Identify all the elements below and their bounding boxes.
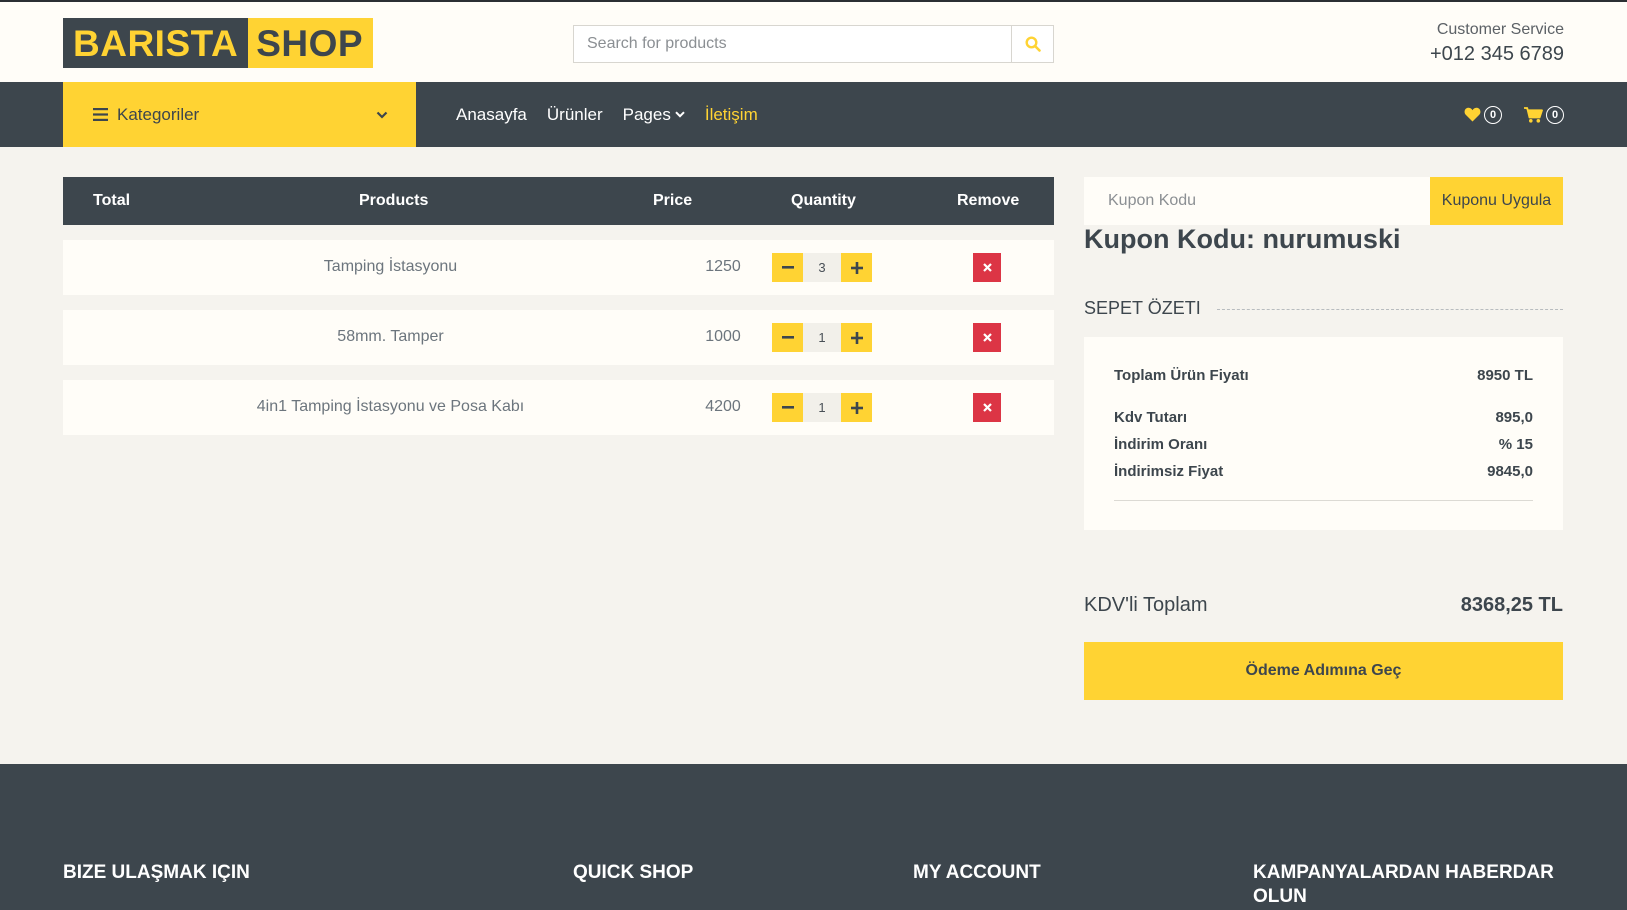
minus-icon	[781, 406, 794, 409]
search-icon	[1024, 36, 1041, 52]
cart-icon	[1524, 106, 1543, 123]
summary-value: 9845,0	[1487, 463, 1533, 480]
minus-icon	[781, 266, 794, 269]
summary-label: İndirimsiz Fiyat	[1114, 463, 1224, 480]
close-icon	[982, 333, 992, 342]
main-nav: Anasayfa Ürünler Pages İletişim	[456, 82, 758, 147]
remove-button[interactable]	[973, 323, 1001, 352]
coupon-input[interactable]	[1084, 177, 1430, 225]
search-button[interactable]	[1011, 26, 1053, 62]
product-price: 1000	[705, 328, 741, 345]
product-name: 4in1 Tamping İstasyonu ve Posa Kabı	[256, 398, 525, 415]
decrease-button[interactable]	[772, 323, 803, 352]
nav-link-products[interactable]: Ürünler	[547, 105, 603, 125]
grand-total-value: 8368,25 TL	[1460, 594, 1563, 616]
footer-heading-quick-shop: QUICK SHOP	[573, 862, 694, 883]
cart-button[interactable]: 0	[1524, 105, 1564, 124]
summary-value: % 15	[1498, 436, 1533, 453]
increase-button[interactable]	[841, 393, 872, 422]
chevron-down-icon	[376, 111, 388, 119]
summary-row: İndirim Oranı % 15	[1114, 436, 1533, 453]
top-bar: BARISTA SHOP Customer Service +012 345 6…	[0, 0, 1627, 82]
cart-row: Tamping İstasyonu 1250 3	[63, 240, 1054, 295]
cart-table-header: Total Products Price Quantity Remove	[63, 177, 1054, 225]
logo[interactable]: BARISTA SHOP	[63, 18, 374, 68]
cart-row: 58mm. Tamper 1000 1	[63, 310, 1054, 365]
col-quantity: Quantity	[791, 192, 856, 209]
decrease-button[interactable]	[772, 253, 803, 282]
remove-button[interactable]	[973, 393, 1001, 422]
grand-total-label: KDV'li Toplam	[1084, 594, 1208, 616]
decrease-button[interactable]	[772, 393, 803, 422]
quantity-value[interactable]: 1	[803, 323, 841, 352]
categories-label: Kategoriler	[117, 104, 200, 124]
increase-button[interactable]	[841, 253, 872, 282]
customer-service-label: Customer Service	[1436, 21, 1564, 38]
customer-service: Customer Service +012 345 6789	[1430, 21, 1564, 66]
close-icon	[982, 403, 992, 412]
coupon-form: Kuponu Uygula	[1084, 177, 1563, 225]
remove-button[interactable]	[973, 253, 1001, 282]
heart-icon	[1464, 107, 1481, 122]
chevron-down-icon	[675, 111, 685, 118]
dashed-divider	[1216, 309, 1563, 310]
summary-row: Toplam Ürün Fiyatı 8950 TL	[1114, 367, 1533, 384]
plus-icon	[850, 331, 863, 344]
footer-heading-contact: BIZE ULAŞMAK IÇIN	[63, 862, 250, 883]
product-price: 4200	[705, 398, 741, 415]
nav-link-pages-label: Pages	[622, 104, 671, 124]
cart-row: 4in1 Tamping İstasyonu ve Posa Kabı 4200…	[63, 380, 1054, 435]
nav-link-pages[interactable]: Pages	[623, 105, 685, 125]
summary-label: Toplam Ürün Fiyatı	[1114, 367, 1249, 384]
quantity-stepper: 1	[772, 323, 872, 352]
grand-total: KDV'li Toplam 8368,25 TL	[1084, 594, 1563, 617]
product-name: Tamping İstasyonu	[323, 258, 458, 275]
summary-label: Kdv Tutarı	[1114, 409, 1188, 426]
nav-link-home[interactable]: Anasayfa	[456, 105, 527, 125]
nav-icons: 0 0	[1464, 82, 1564, 147]
product-price: 1250	[705, 258, 741, 275]
quantity-value[interactable]: 3	[803, 253, 841, 282]
footer: BIZE ULAŞMAK IÇIN QUICK SHOP MY ACCOUNT …	[0, 764, 1627, 910]
footer-heading-newsletter: KAMPANYALARDAN HABERDAR OLUN	[1253, 862, 1554, 907]
customer-service-phone: +012 345 6789	[1429, 43, 1564, 65]
increase-button[interactable]	[841, 323, 872, 352]
col-total: Total	[93, 192, 131, 209]
logo-part2: SHOP	[248, 18, 374, 68]
quantity-stepper: 3	[772, 253, 872, 282]
menu-icon	[93, 108, 108, 121]
col-remove: Remove	[957, 192, 1020, 209]
col-products: Products	[359, 192, 429, 209]
quantity-stepper: 1	[772, 393, 872, 422]
minus-icon	[781, 336, 794, 339]
checkout-button[interactable]: Ödeme Adımına Geç	[1084, 642, 1563, 700]
cart-summary-heading: SEPET ÖZETI	[1084, 298, 1563, 319]
cart-summary-title: SEPET ÖZETI	[1084, 298, 1201, 318]
apply-coupon-button[interactable]: Kuponu Uygula	[1430, 177, 1563, 225]
categories-dropdown[interactable]: Kategoriler	[63, 82, 416, 147]
plus-icon	[850, 261, 863, 274]
nav-link-contact[interactable]: İletişim	[705, 105, 758, 125]
footer-heading-my-account: MY ACCOUNT	[913, 862, 1041, 883]
summary-value: 895,0	[1495, 409, 1533, 426]
logo-part1: BARISTA	[63, 18, 249, 68]
summary-divider	[1114, 500, 1533, 501]
search-bar	[573, 25, 1054, 63]
cart-count: 0	[1546, 105, 1564, 124]
quantity-value[interactable]: 1	[803, 393, 841, 422]
search-input[interactable]	[574, 26, 1011, 62]
wishlist-count: 0	[1484, 105, 1502, 124]
summary-value: 8950 TL	[1477, 367, 1533, 384]
close-icon	[982, 263, 992, 272]
summary-row: Kdv Tutarı 895,0	[1114, 409, 1533, 426]
wishlist-button[interactable]: 0	[1464, 105, 1502, 124]
nav-bar: Kategoriler Anasayfa Ürünler Pages İleti…	[0, 82, 1627, 147]
plus-icon	[850, 401, 863, 414]
summary-label: İndirim Oranı	[1114, 436, 1208, 453]
coupon-code-title: Kupon Kodu: nurumuski	[1084, 224, 1401, 254]
col-price: Price	[653, 192, 693, 209]
cart-summary-box: Toplam Ürün Fiyatı 8950 TL Kdv Tutarı 89…	[1084, 337, 1563, 530]
summary-row: İndirimsiz Fiyat 9845,0	[1114, 463, 1533, 480]
product-name: 58mm. Tamper	[337, 328, 444, 345]
